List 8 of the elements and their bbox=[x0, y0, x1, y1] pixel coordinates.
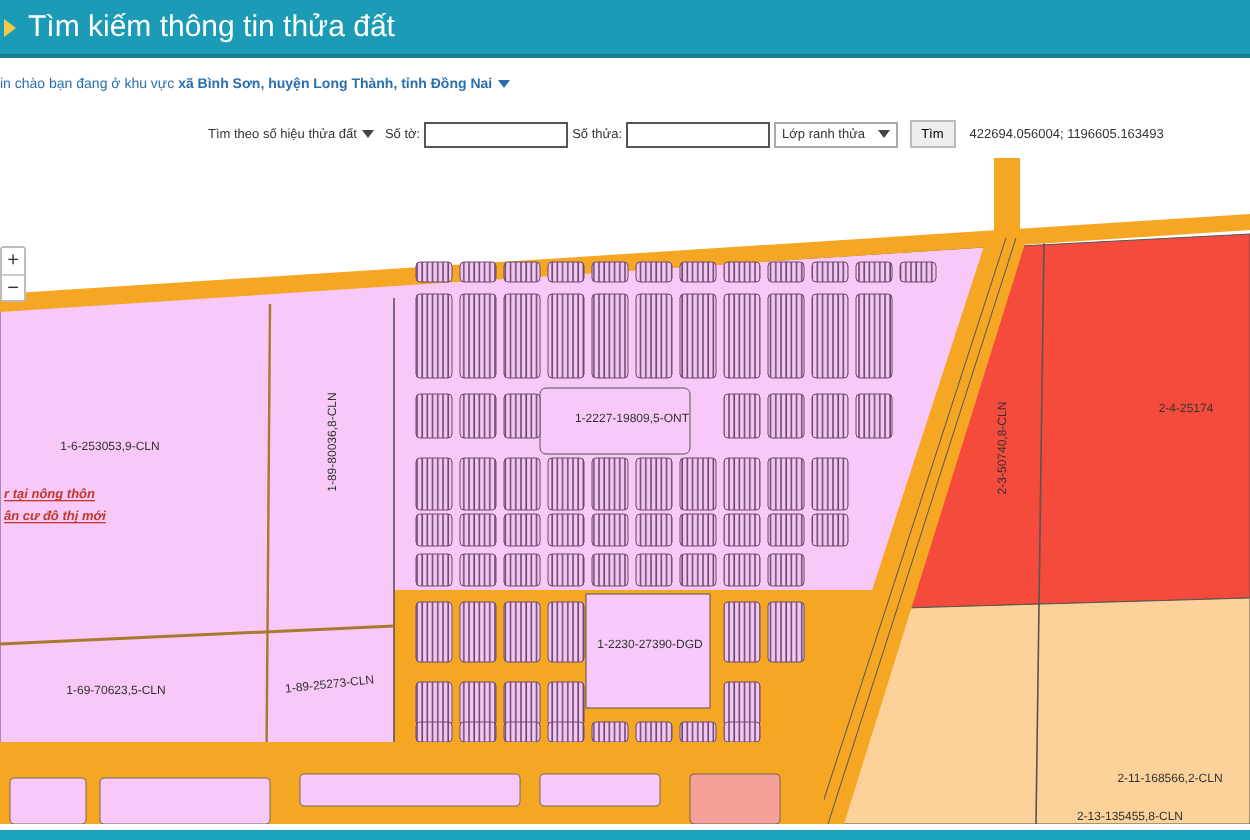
page-title: Tìm kiếm thông tin thửa đất bbox=[28, 10, 395, 44]
zoom-out-button[interactable]: − bbox=[2, 274, 24, 300]
parcel-number-field[interactable] bbox=[626, 121, 771, 147]
sheet-number-field[interactable] bbox=[424, 121, 569, 147]
caret-icon[interactable] bbox=[877, 130, 890, 138]
app-logo-icon bbox=[4, 13, 16, 41]
caret-icon[interactable] bbox=[498, 80, 511, 88]
caret-icon[interactable] bbox=[362, 130, 375, 138]
